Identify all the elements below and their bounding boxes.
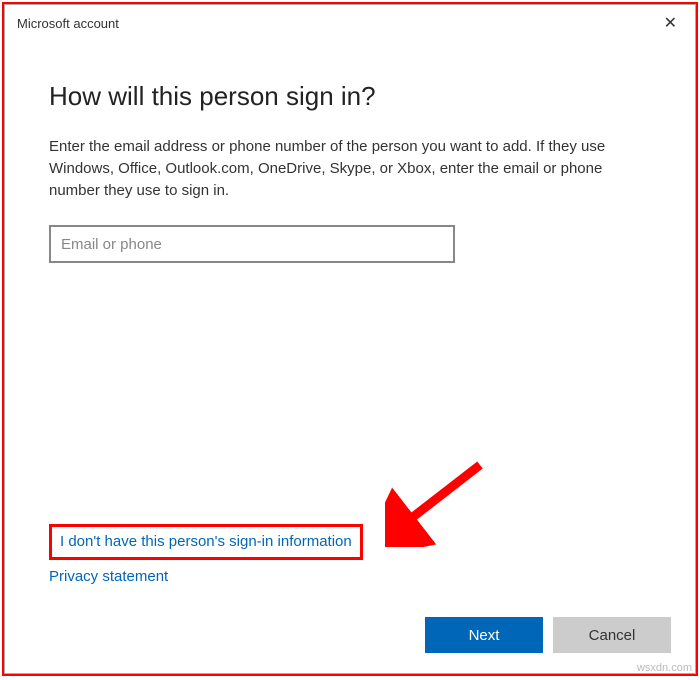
- privacy-statement-link[interactable]: Privacy statement: [49, 568, 363, 585]
- description-text: Enter the email address or phone number …: [49, 136, 639, 201]
- titlebar: Microsoft account ✕: [5, 5, 695, 41]
- watermark-text: wsxdn.com: [637, 662, 692, 674]
- button-bar: Next Cancel: [5, 603, 695, 673]
- microsoft-account-dialog: Microsoft account ✕ How will this person…: [4, 4, 696, 674]
- page-title: How will this person sign in?: [49, 81, 651, 112]
- no-signin-info-link[interactable]: I don't have this person's sign-in infor…: [60, 533, 352, 550]
- annotation-highlight-box: I don't have this person's sign-in infor…: [49, 524, 363, 560]
- dialog-content: How will this person sign in? Enter the …: [5, 41, 695, 603]
- next-button[interactable]: Next: [425, 617, 543, 653]
- email-or-phone-input[interactable]: [49, 225, 455, 263]
- cancel-button[interactable]: Cancel: [553, 617, 671, 653]
- window-title: Microsoft account: [17, 16, 119, 31]
- annotation-arrow-icon: [385, 457, 495, 547]
- close-icon[interactable]: ✕: [656, 11, 685, 35]
- links-area: I don't have this person's sign-in infor…: [49, 524, 363, 585]
